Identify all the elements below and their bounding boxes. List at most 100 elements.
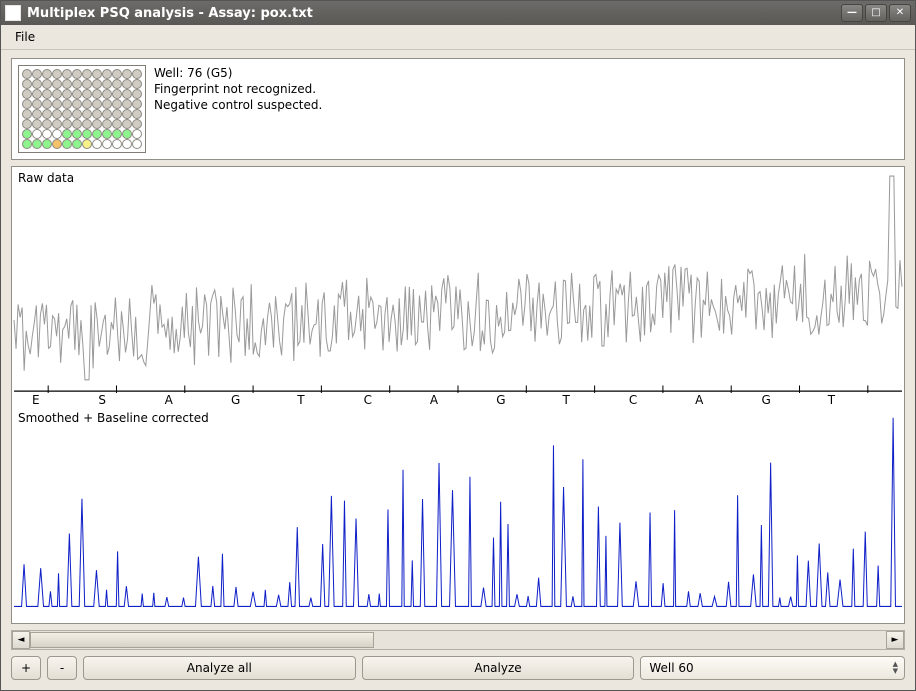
well-7[interactable] xyxy=(82,69,92,79)
scroll-track[interactable] xyxy=(30,632,886,648)
well-66[interactable] xyxy=(72,119,82,129)
well-39[interactable] xyxy=(42,99,52,109)
well-52[interactable] xyxy=(52,109,62,119)
well-30[interactable] xyxy=(72,89,82,99)
well-plate[interactable] xyxy=(18,65,146,153)
well-85[interactable] xyxy=(22,139,32,149)
analyze-all-button[interactable]: Analyze all xyxy=(83,656,356,680)
well-11[interactable] xyxy=(122,69,132,79)
close-button[interactable]: ✕ xyxy=(889,4,911,22)
well-75[interactable] xyxy=(42,129,52,139)
well-59[interactable] xyxy=(122,109,132,119)
minimize-button[interactable]: — xyxy=(841,4,863,22)
maximize-button[interactable]: □ xyxy=(865,4,887,22)
well-25[interactable] xyxy=(22,89,32,99)
well-16[interactable] xyxy=(52,79,62,89)
well-46[interactable] xyxy=(112,99,122,109)
well-28[interactable] xyxy=(52,89,62,99)
well-20[interactable] xyxy=(92,79,102,89)
well-74[interactable] xyxy=(32,129,42,139)
well-37[interactable] xyxy=(22,99,32,109)
well-47[interactable] xyxy=(122,99,132,109)
well-26[interactable] xyxy=(32,89,42,99)
well-22[interactable] xyxy=(112,79,122,89)
well-82[interactable] xyxy=(112,129,122,139)
well-92[interactable] xyxy=(92,139,102,149)
well-3[interactable] xyxy=(42,69,52,79)
well-2[interactable] xyxy=(32,69,42,79)
analyze-button[interactable]: Analyze xyxy=(362,656,635,680)
well-79[interactable] xyxy=(82,129,92,139)
well-58[interactable] xyxy=(112,109,122,119)
well-13[interactable] xyxy=(22,79,32,89)
well-62[interactable] xyxy=(32,119,42,129)
well-8[interactable] xyxy=(92,69,102,79)
well-68[interactable] xyxy=(92,119,102,129)
well-93[interactable] xyxy=(102,139,112,149)
well-14[interactable] xyxy=(32,79,42,89)
menu-file[interactable]: File xyxy=(7,27,43,47)
well-60[interactable] xyxy=(132,109,142,119)
well-61[interactable] xyxy=(22,119,32,129)
well-80[interactable] xyxy=(92,129,102,139)
well-87[interactable] xyxy=(42,139,52,149)
well-83[interactable] xyxy=(122,129,132,139)
well-43[interactable] xyxy=(82,99,92,109)
well-54[interactable] xyxy=(72,109,82,119)
well-27[interactable] xyxy=(42,89,52,99)
well-24[interactable] xyxy=(132,79,142,89)
well-17[interactable] xyxy=(62,79,72,89)
well-45[interactable] xyxy=(102,99,112,109)
well-35[interactable] xyxy=(122,89,132,99)
well-31[interactable] xyxy=(82,89,92,99)
well-69[interactable] xyxy=(102,119,112,129)
well-81[interactable] xyxy=(102,129,112,139)
well-34[interactable] xyxy=(112,89,122,99)
well-23[interactable] xyxy=(122,79,132,89)
zoom-in-button[interactable]: + xyxy=(11,656,41,680)
well-67[interactable] xyxy=(82,119,92,129)
well-42[interactable] xyxy=(72,99,82,109)
well-71[interactable] xyxy=(122,119,132,129)
well-12[interactable] xyxy=(132,69,142,79)
well-selector[interactable]: Well 60 ▲▼ xyxy=(640,656,905,680)
well-86[interactable] xyxy=(32,139,42,149)
well-32[interactable] xyxy=(92,89,102,99)
well-63[interactable] xyxy=(42,119,52,129)
well-41[interactable] xyxy=(62,99,72,109)
scroll-left-button[interactable]: ◄ xyxy=(12,631,30,649)
well-53[interactable] xyxy=(62,109,72,119)
well-5[interactable] xyxy=(62,69,72,79)
well-51[interactable] xyxy=(42,109,52,119)
well-96[interactable] xyxy=(132,139,142,149)
zoom-out-button[interactable]: - xyxy=(47,656,77,680)
well-21[interactable] xyxy=(102,79,112,89)
well-6[interactable] xyxy=(72,69,82,79)
well-57[interactable] xyxy=(102,109,112,119)
well-90[interactable] xyxy=(72,139,82,149)
well-64[interactable] xyxy=(52,119,62,129)
well-33[interactable] xyxy=(102,89,112,99)
well-40[interactable] xyxy=(52,99,62,109)
well-77[interactable] xyxy=(62,129,72,139)
scroll-thumb[interactable] xyxy=(30,632,374,648)
well-73[interactable] xyxy=(22,129,32,139)
well-19[interactable] xyxy=(82,79,92,89)
well-88[interactable] xyxy=(52,139,62,149)
well-78[interactable] xyxy=(72,129,82,139)
well-72[interactable] xyxy=(132,119,142,129)
well-56[interactable] xyxy=(92,109,102,119)
well-36[interactable] xyxy=(132,89,142,99)
well-1[interactable] xyxy=(22,69,32,79)
well-4[interactable] xyxy=(52,69,62,79)
scroll-right-button[interactable]: ► xyxy=(886,631,904,649)
well-18[interactable] xyxy=(72,79,82,89)
well-91[interactable] xyxy=(82,139,92,149)
well-55[interactable] xyxy=(82,109,92,119)
well-44[interactable] xyxy=(92,99,102,109)
well-65[interactable] xyxy=(62,119,72,129)
well-29[interactable] xyxy=(62,89,72,99)
well-76[interactable] xyxy=(52,129,62,139)
well-48[interactable] xyxy=(132,99,142,109)
well-50[interactable] xyxy=(32,109,42,119)
